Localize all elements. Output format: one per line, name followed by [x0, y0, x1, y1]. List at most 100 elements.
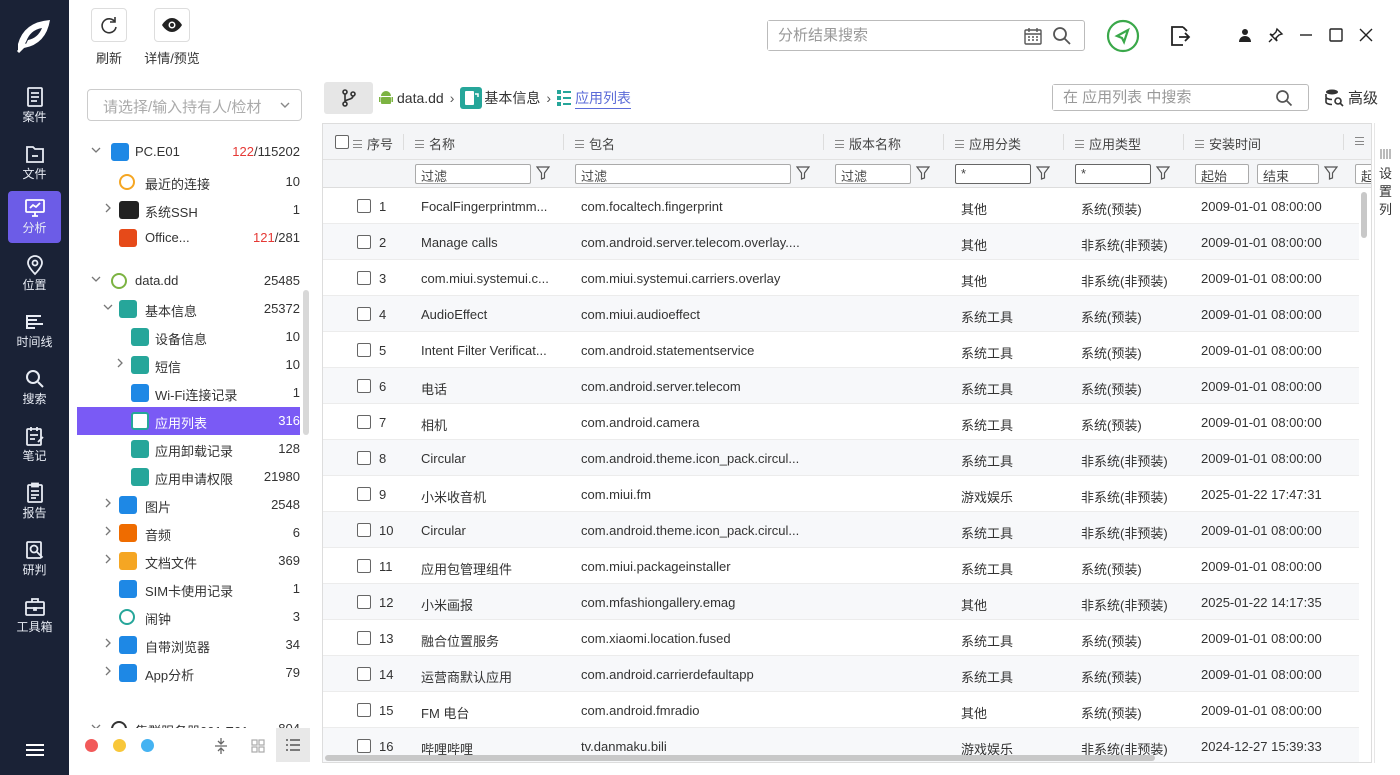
tree-item[interactable]: 系统SSH 1: [77, 196, 300, 224]
breadcrumb-item-basic-info[interactable]: 基本信息: [484, 88, 540, 108]
export-icon[interactable]: [1169, 24, 1191, 48]
filter-icon[interactable]: [1036, 166, 1050, 180]
chevron-right-icon[interactable]: [115, 358, 125, 368]
nav-item-report[interactable]: 报告: [8, 476, 61, 528]
column-resizer[interactable]: [403, 134, 404, 150]
table-row[interactable]: 12 小米画报 com.mfashiongallery.emag 其他 非系统(非预装)…: [323, 584, 1359, 620]
row-checkbox[interactable]: [357, 271, 371, 285]
table-row[interactable]: 5 Intent Filter Verificat... com.android.s…: [323, 332, 1359, 368]
location-share-icon[interactable]: [1106, 19, 1140, 53]
row-checkbox[interactable]: [357, 523, 371, 537]
calendar-icon[interactable]: [1023, 26, 1043, 46]
version-filter-input[interactable]: 过滤: [835, 164, 911, 184]
next-column-filter-input[interactable]: 起: [1355, 164, 1371, 184]
row-checkbox[interactable]: [357, 343, 371, 357]
result-search-input[interactable]: [768, 21, 1008, 50]
collapse-all-icon[interactable]: [214, 737, 228, 755]
row-checkbox[interactable]: [357, 739, 371, 753]
column-header-type[interactable]: 应用类型: [1075, 134, 1141, 153]
pin-icon[interactable]: [1268, 27, 1284, 43]
tree-item[interactable]: Office... 121/281: [77, 224, 300, 252]
row-checkbox[interactable]: [357, 595, 371, 609]
table-row[interactable]: 8 Circular com.android.theme.icon_pack.cir…: [323, 440, 1359, 476]
column-resizer[interactable]: [943, 134, 944, 150]
owner-select[interactable]: 请选择/输入持有人/检材: [87, 89, 302, 121]
tree-item[interactable]: 文档文件 369: [77, 547, 300, 575]
table-row[interactable]: 11 应用包管理组件 com.miui.packageinstaller 系统工具 系统…: [323, 548, 1359, 584]
red-tag-dot[interactable]: [85, 739, 98, 752]
table-row[interactable]: 9 小米收音机 com.miui.fm 游戏娱乐 非系统(非预装) 2025-01-22 …: [323, 476, 1359, 512]
maximize-icon[interactable]: [1328, 27, 1344, 43]
column-header-category[interactable]: 应用分类: [955, 134, 1021, 153]
sidebar-scrollbar[interactable]: [303, 290, 309, 435]
column-header-install-time[interactable]: 安装时间: [1195, 134, 1261, 153]
column-header-more[interactable]: [1355, 134, 1369, 149]
tree-item[interactable]: 短信 10: [77, 351, 300, 379]
row-checkbox[interactable]: [357, 451, 371, 465]
tree-item[interactable]: 图片 2548: [77, 491, 300, 519]
tree-item[interactable]: 闹钟 3: [77, 603, 300, 631]
horizontal-scrollbar[interactable]: [323, 752, 1359, 762]
refresh-button[interactable]: 刷新: [89, 8, 129, 67]
filter-icon[interactable]: [1324, 166, 1338, 180]
chevron-down-icon[interactable]: [91, 274, 101, 284]
row-checkbox[interactable]: [357, 199, 371, 213]
select-all-checkbox[interactable]: [335, 135, 349, 149]
filter-icon[interactable]: [536, 166, 550, 180]
filter-icon[interactable]: [916, 166, 930, 180]
row-checkbox[interactable]: [357, 379, 371, 393]
row-checkbox[interactable]: [357, 415, 371, 429]
row-checkbox[interactable]: [357, 487, 371, 501]
tree-item[interactable]: 自带浏览器 34: [77, 631, 300, 659]
user-icon[interactable]: [1238, 28, 1252, 42]
chevron-right-icon[interactable]: [103, 666, 113, 676]
column-header-name[interactable]: 名称: [415, 134, 455, 153]
tree-item[interactable]: 设备信息 10: [77, 323, 300, 351]
tree-item[interactable]: SIM卡使用记录 1: [77, 575, 300, 603]
tree-item[interactable]: 最近的连接 10: [77, 168, 300, 196]
list-search-input[interactable]: [1053, 85, 1263, 110]
column-resizer[interactable]: [823, 134, 824, 150]
chevron-right-icon[interactable]: [103, 203, 113, 213]
search-icon[interactable]: [1275, 89, 1293, 107]
nav-item-timeline[interactable]: 时间线: [8, 305, 61, 357]
breadcrumb-item-current[interactable]: 应用列表: [575, 88, 632, 109]
nav-item-file[interactable]: 文件: [8, 137, 61, 189]
advanced-search-button[interactable]: 高级: [1324, 87, 1378, 108]
table-row[interactable]: 14 运营商默认应用 com.android.carrierdefaultapp 系统…: [323, 656, 1359, 692]
grid-view-icon[interactable]: [251, 739, 265, 753]
column-header-version[interactable]: 版本名称: [835, 134, 901, 153]
tree-item[interactable]: PC.E01 122/115202: [77, 138, 300, 166]
vertical-scrollbar[interactable]: [1360, 188, 1368, 762]
table-row[interactable]: 13 融合位置服务 com.xiaomi.location.fused 系统工具 系统(…: [323, 620, 1359, 656]
row-checkbox[interactable]: [357, 307, 371, 321]
table-row[interactable]: 1 FocalFingerprintmm... com.focaltech.fing…: [323, 188, 1359, 224]
column-resizer[interactable]: [1343, 134, 1344, 150]
column-settings-tab[interactable]: 设置列: [1374, 123, 1396, 763]
row-checkbox[interactable]: [357, 559, 371, 573]
column-resizer[interactable]: [563, 134, 564, 150]
column-resizer[interactable]: [1063, 134, 1064, 150]
name-filter-input[interactable]: 过滤: [415, 164, 531, 184]
chevron-down-icon[interactable]: [91, 145, 101, 155]
vertical-scroll-thumb[interactable]: [1361, 192, 1367, 238]
row-checkbox[interactable]: [357, 703, 371, 717]
type-filter-select[interactable]: *: [1075, 164, 1151, 184]
install-time-start-input[interactable]: 起始: [1195, 164, 1249, 184]
tree-item[interactable]: 应用列表 316: [77, 407, 300, 435]
chevron-right-icon[interactable]: [103, 638, 113, 648]
column-header-package[interactable]: 包名: [575, 134, 615, 153]
minimize-icon[interactable]: [1298, 27, 1314, 43]
filter-icon[interactable]: [1156, 166, 1170, 180]
horizontal-scroll-thumb[interactable]: [325, 755, 1155, 761]
nav-item-analysis[interactable]: 分析: [8, 191, 61, 243]
table-row[interactable]: 2 Manage calls com.android.server.telecom.…: [323, 224, 1359, 260]
row-checkbox[interactable]: [357, 667, 371, 681]
branch-toggle-button[interactable]: [324, 82, 373, 114]
chevron-right-icon[interactable]: [103, 554, 113, 564]
tree-item[interactable]: 基本信息 25372: [77, 295, 300, 323]
filter-icon[interactable]: [796, 166, 810, 180]
tree-item[interactable]: 应用申请权限 21980: [77, 463, 300, 491]
close-icon[interactable]: [1358, 27, 1374, 43]
tree-item[interactable]: App分析 79: [77, 659, 300, 687]
